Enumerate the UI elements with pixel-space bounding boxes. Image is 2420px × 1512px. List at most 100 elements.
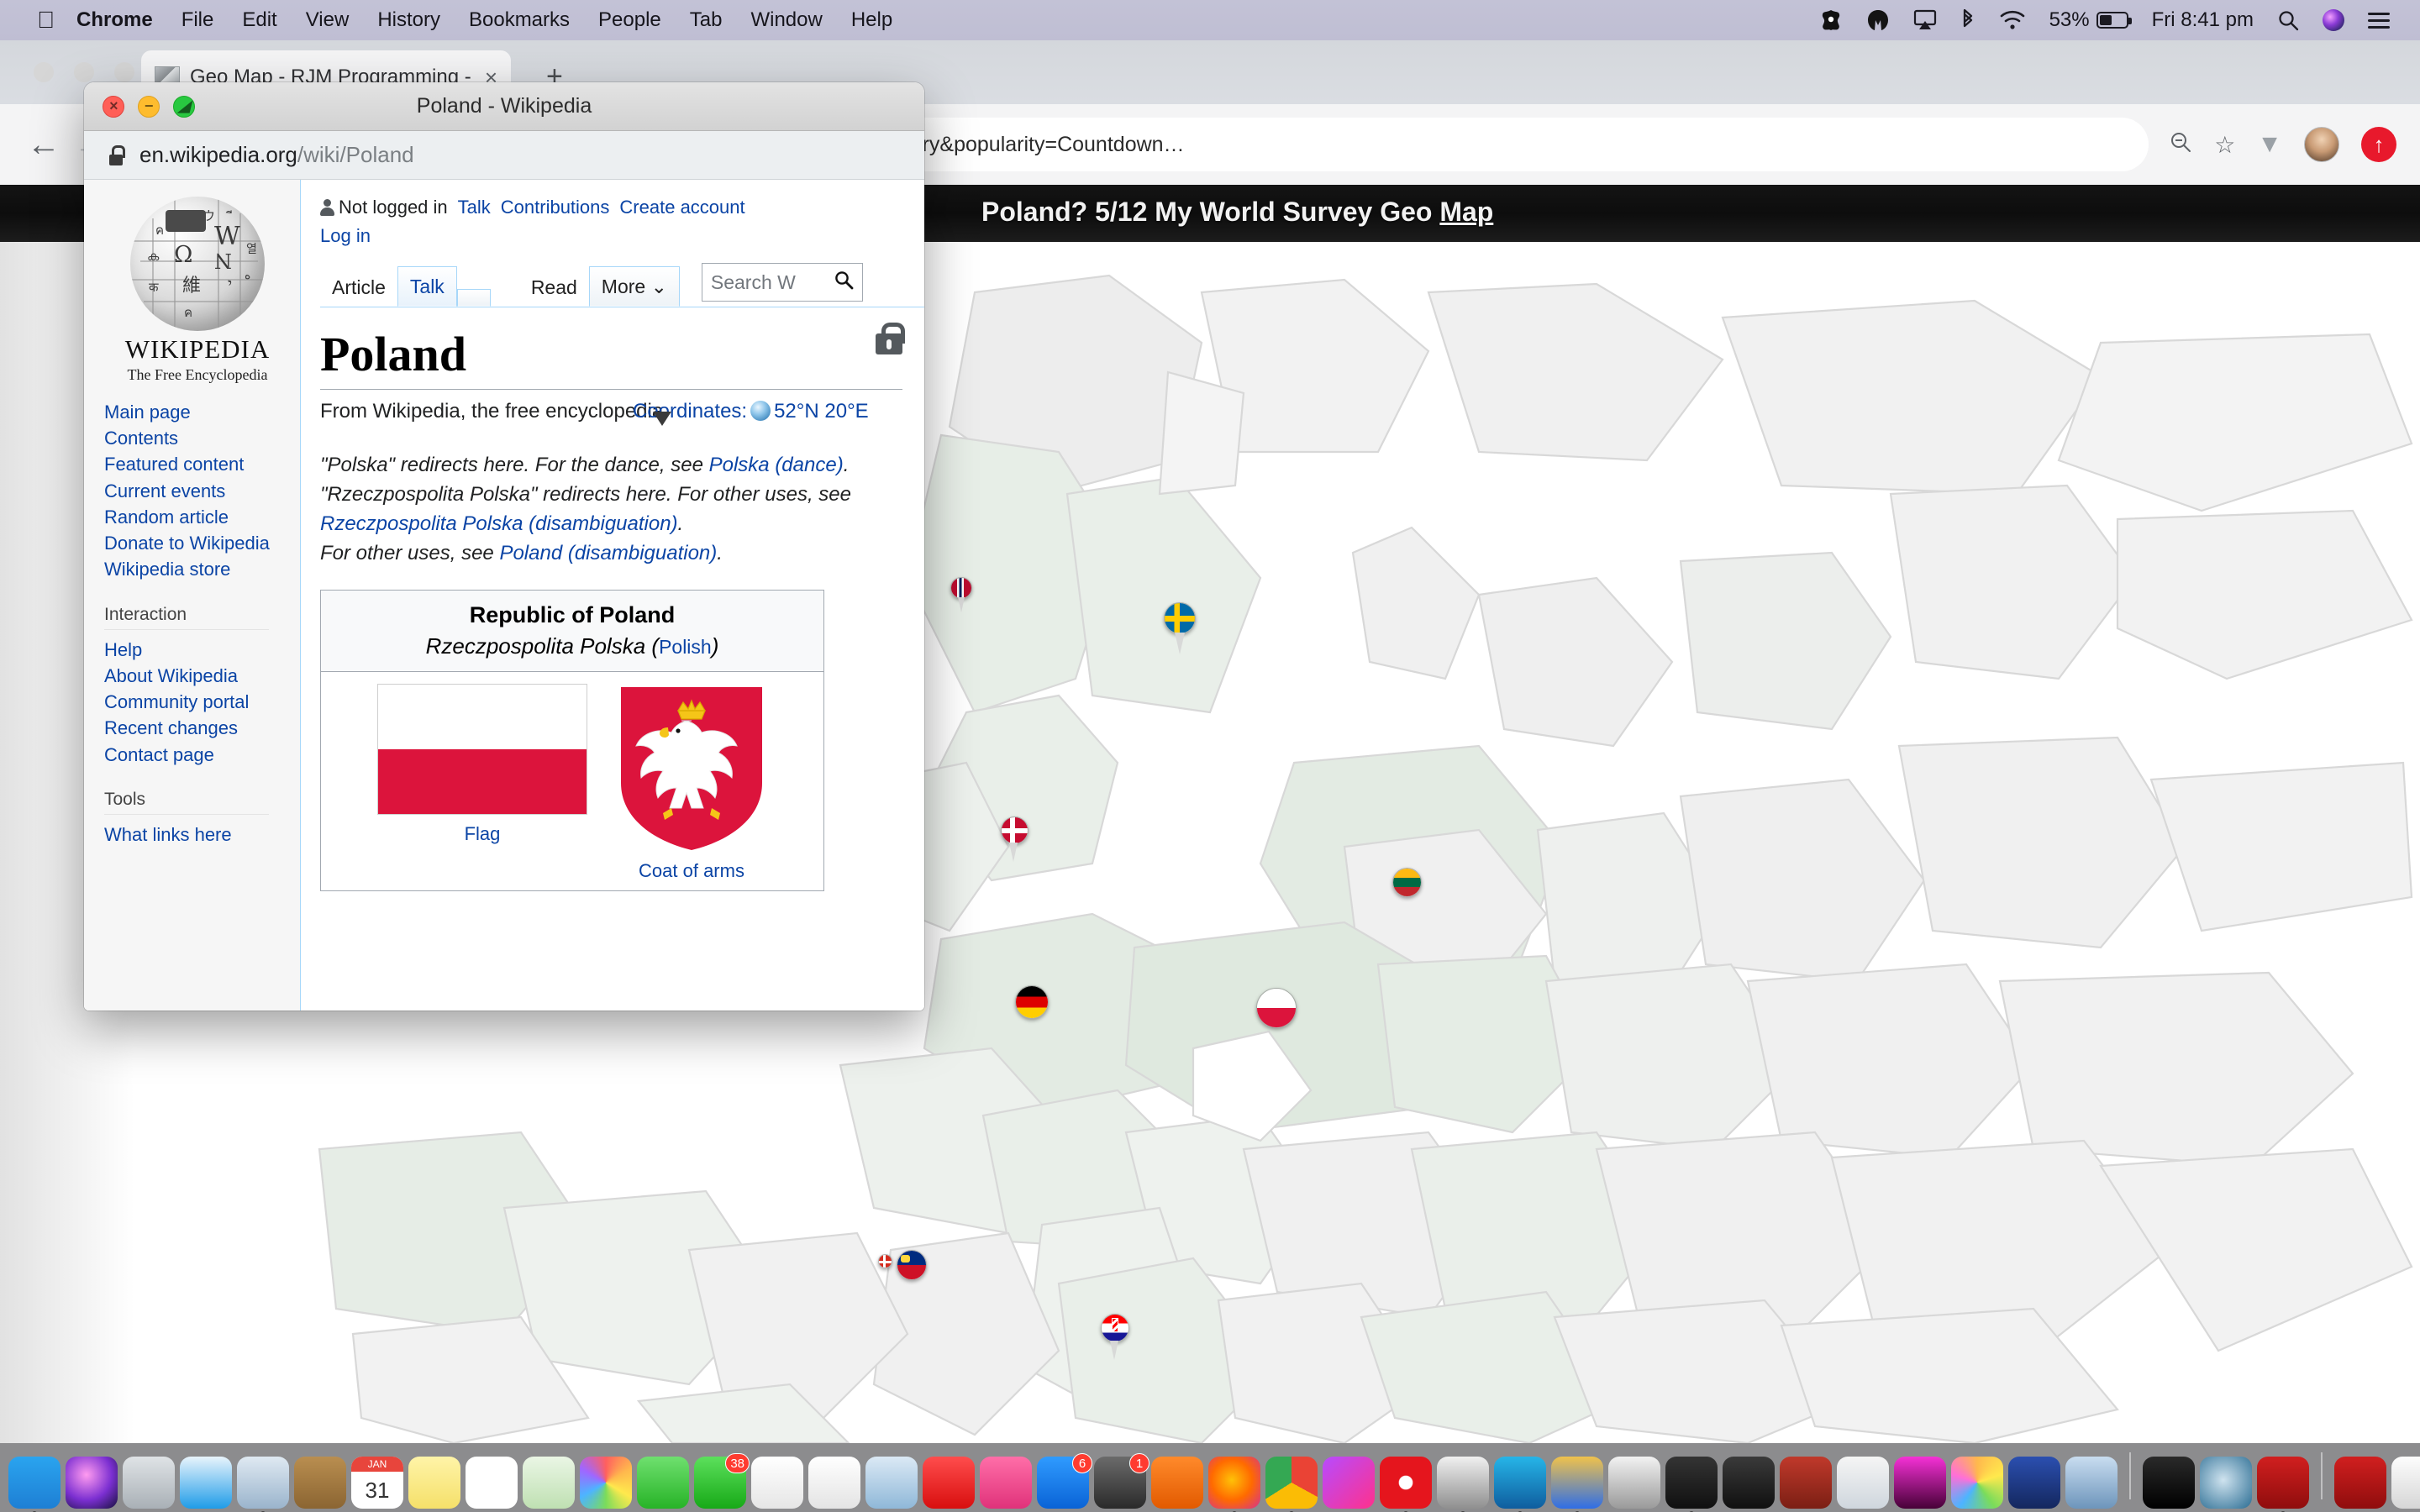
dock-item-safari[interactable] — [180, 1457, 232, 1509]
dock-item-chrome[interactable] — [1265, 1457, 1318, 1512]
poland-flag-image[interactable] — [377, 684, 587, 816]
dock-item-rstudio[interactable] — [1837, 1457, 1889, 1509]
dock-item-contacts[interactable] — [294, 1457, 346, 1509]
malwarebytes-icon[interactable] — [1866, 8, 1890, 32]
wikipedia-url-bar[interactable]: en.wikipedia.org/wiki/Poland — [84, 131, 924, 180]
flag-caption[interactable]: Flag — [465, 823, 501, 845]
wikipedia-window[interactable]: × − ◢ Poland - Wikipedia en.wikipedia.or… — [84, 82, 924, 1011]
dock-item-minimized-window-1[interactable] — [2391, 1457, 2420, 1509]
map-marker-norway[interactable] — [950, 577, 972, 599]
menu-item-people[interactable]: People — [598, 8, 661, 32]
tab-extra[interactable] — [456, 289, 491, 307]
sidebar-item-3[interactable]: Recent changes — [104, 715, 300, 741]
battery-status[interactable]: 53% — [2049, 8, 2132, 32]
dock-item-image-capture[interactable] — [2065, 1457, 2118, 1509]
dock-item-xcode[interactable] — [1551, 1457, 1603, 1512]
map-marker-germany[interactable] — [1015, 985, 1049, 1019]
wifi-icon[interactable] — [1999, 9, 2026, 31]
coa-caption[interactable]: Coat of arms — [639, 860, 744, 882]
dock-item-system-preferences[interactable]: 1 — [1094, 1453, 1150, 1509]
dock-item-photo-booth[interactable] — [1780, 1457, 1832, 1509]
dock-item-terminal[interactable] — [1665, 1457, 1718, 1512]
dock-item-launchpad[interactable] — [123, 1457, 175, 1509]
sidebar-item-3[interactable]: Current events — [104, 478, 300, 504]
coordinates[interactable]: Coordinates: 52°N 20°E — [633, 400, 869, 427]
bookmark-star-icon[interactable]: ☆ — [2214, 131, 2235, 159]
sidebar-item-5[interactable]: Donate to Wikipedia — [104, 530, 300, 556]
wikipedia-title-bar[interactable]: × − ◢ Poland - Wikipedia — [84, 82, 924, 131]
menu-item-tab[interactable]: Tab — [690, 8, 723, 32]
update-icon[interactable]: ↑ — [2361, 127, 2396, 162]
apple-icon[interactable]:  — [37, 8, 55, 32]
dock-item-sketch[interactable] — [1951, 1457, 2003, 1509]
dock-item-reminders[interactable] — [466, 1457, 518, 1509]
dock-item-qlab[interactable] — [2200, 1457, 2252, 1509]
sidebar-item-2[interactable]: Featured content — [104, 451, 300, 477]
sidebar-item-2[interactable]: Community portal — [104, 689, 300, 715]
sidebar-item-1[interactable]: About Wikipedia — [104, 663, 300, 689]
map-link[interactable]: Map — [1439, 197, 1493, 227]
extension-icon[interactable]: ▼ — [2257, 130, 2282, 159]
dock-item-itunes[interactable] — [980, 1457, 1032, 1509]
menu-item-history[interactable]: History — [377, 8, 440, 32]
tab-article[interactable]: Article — [320, 268, 397, 307]
dock-item-adobe-xd[interactable] — [1894, 1457, 1946, 1509]
chrome-window-controls[interactable] — [34, 62, 134, 82]
dock-item-finder[interactable] — [8, 1457, 60, 1512]
bluetooth-icon[interactable] — [1960, 8, 1975, 32]
dock-item-siri[interactable] — [66, 1457, 118, 1509]
search-icon[interactable] — [834, 270, 854, 296]
dock-item-alfred[interactable] — [1151, 1457, 1203, 1509]
sidebar-item-4[interactable]: Random article — [104, 504, 300, 530]
link-log-in[interactable]: Log in — [320, 225, 371, 246]
sidebar-item-0[interactable]: Main page — [104, 399, 300, 425]
dock-item-calendar[interactable]: JAN 31 — [351, 1457, 403, 1509]
map-marker-croatia[interactable] — [1101, 1314, 1129, 1342]
link-contributions[interactable]: Contributions — [501, 197, 610, 218]
dock-item-opera[interactable] — [1380, 1457, 1432, 1512]
poland-coat-of-arms-image[interactable] — [616, 684, 767, 853]
infobox-native-language-link[interactable]: Polish — [659, 636, 712, 658]
zoom-out-icon[interactable] — [2169, 130, 2192, 160]
menu-item-chrome[interactable]: Chrome — [76, 8, 153, 32]
map-marker-switzerland[interactable] — [877, 1253, 892, 1268]
dock-item-adblock[interactable] — [923, 1457, 975, 1509]
dock-item-facetime[interactable]: 38 — [694, 1453, 750, 1509]
dock-item-filezilla-2[interactable] — [2334, 1457, 2386, 1509]
dock-item-numbers[interactable] — [808, 1457, 860, 1509]
map-marker-lithuania[interactable] — [1392, 867, 1422, 897]
alfred-icon[interactable] — [1819, 8, 1843, 32]
map-marker-sweden[interactable] — [1164, 602, 1196, 634]
avatar[interactable] — [2304, 127, 2339, 162]
hatnote-link[interactable]: Polska (dance) — [709, 454, 844, 476]
dock-item-news[interactable] — [751, 1457, 803, 1509]
sidebar-item-6[interactable]: Wikipedia store — [104, 556, 300, 582]
hatnote-link[interactable]: Poland (disambiguation) — [499, 542, 717, 564]
sidebar-item-4[interactable]: Contact page — [104, 742, 300, 768]
menu-item-edit[interactable]: Edit — [242, 8, 276, 32]
dock-item-firefox[interactable] — [1208, 1457, 1260, 1512]
dock-item-phpstorm[interactable] — [1323, 1457, 1375, 1509]
dock-item-photos[interactable] — [580, 1457, 632, 1509]
dock-item-app-store[interactable]: 6 — [1037, 1453, 1092, 1509]
menu-item-bookmarks[interactable]: Bookmarks — [469, 8, 570, 32]
menu-item-file[interactable]: File — [182, 8, 214, 32]
dock-item-maps[interactable] — [523, 1457, 575, 1509]
tab-talk[interactable]: Talk — [397, 266, 457, 307]
menu-clock[interactable]: Fri 8:41 pm — [2152, 8, 2254, 32]
dock-item-filemaker[interactable] — [2008, 1457, 2060, 1509]
map-marker-denmark[interactable] — [1000, 816, 1028, 844]
back-button[interactable]: ← — [20, 126, 67, 164]
airplay-icon[interactable] — [1913, 9, 1937, 31]
dock-item-preview[interactable] — [865, 1457, 918, 1509]
menu-item-help[interactable]: Help — [851, 8, 892, 32]
link-talk[interactable]: Talk — [458, 197, 491, 218]
link-create-account[interactable]: Create account — [619, 197, 744, 218]
menu-item-window[interactable]: Window — [750, 8, 822, 32]
spotlight-search-icon[interactable] — [2277, 9, 2299, 31]
map-marker-poland[interactable] — [1256, 988, 1297, 1028]
view-more[interactable]: More ⌄ — [588, 266, 680, 307]
dock-item-exec-terminal[interactable] — [2143, 1457, 2195, 1509]
siri-icon[interactable] — [2323, 9, 2344, 31]
dock-item-inkscape[interactable] — [1723, 1457, 1775, 1509]
